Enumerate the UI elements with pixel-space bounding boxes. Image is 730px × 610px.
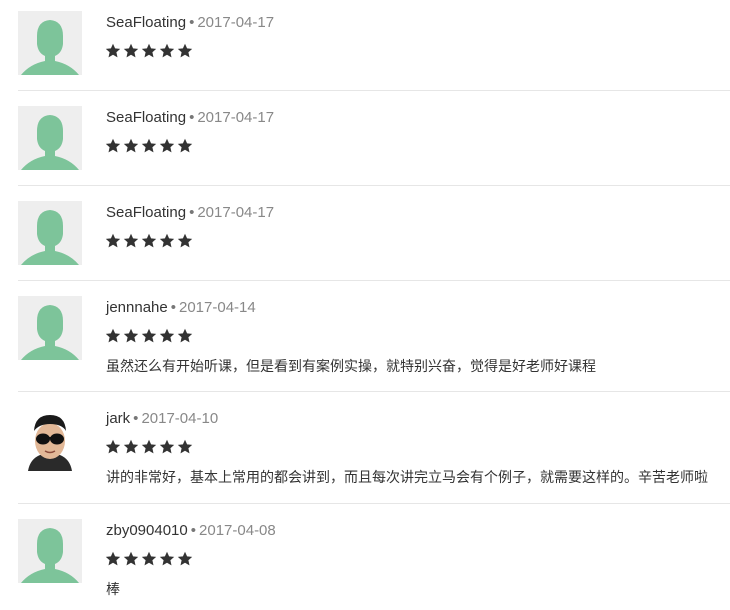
star-icon bbox=[141, 328, 157, 343]
review-date: 2017-04-08 bbox=[199, 522, 276, 539]
star-icon bbox=[159, 233, 175, 248]
star-icon bbox=[123, 43, 139, 58]
star-icon bbox=[177, 439, 193, 454]
star-icon bbox=[141, 233, 157, 248]
default-person-icon bbox=[21, 20, 79, 75]
user-name[interactable]: SeaFloating bbox=[106, 14, 186, 31]
star-icon bbox=[141, 551, 157, 566]
star-icon bbox=[105, 328, 121, 343]
review-item: SeaFloating • 2017-04-17 bbox=[18, 201, 730, 281]
star-icon bbox=[177, 43, 193, 58]
review-meta: SeaFloating • 2017-04-17 bbox=[106, 13, 274, 33]
star-icon bbox=[141, 138, 157, 153]
star-icon bbox=[159, 551, 175, 566]
review-item: jennnahe • 2017-04-14 虽然还么有开始听课，但是看到有案例实操，… bbox=[18, 296, 730, 386]
star-icon bbox=[123, 328, 139, 343]
star-icon bbox=[141, 43, 157, 58]
review-date: 2017-04-14 bbox=[179, 299, 256, 316]
review-meta: zby0904010 • 2017-04-08 bbox=[106, 521, 276, 541]
default-person-icon bbox=[21, 210, 79, 265]
star-icon bbox=[159, 43, 175, 58]
user-photo-sunglasses bbox=[18, 407, 82, 471]
default-person-icon bbox=[21, 305, 79, 360]
user-name[interactable]: SeaFloating bbox=[106, 204, 186, 221]
divider bbox=[18, 391, 730, 392]
user-name[interactable]: SeaFloating bbox=[106, 109, 186, 126]
review-meta: jark • 2017-04-10 bbox=[106, 409, 218, 429]
review-date: 2017-04-10 bbox=[141, 410, 219, 427]
star-rating bbox=[105, 328, 193, 344]
review-date: 2017-04-17 bbox=[197, 204, 275, 221]
review-meta: jennnahe • 2017-04-14 bbox=[106, 298, 256, 318]
review-date: 2017-04-17 bbox=[197, 109, 275, 126]
star-rating bbox=[105, 551, 193, 567]
user-name[interactable]: jennnahe bbox=[106, 299, 168, 316]
review-item: jark • 2017-04-10 讲的非常好，基本上常用的都会讲到，而且每次讲完立… bbox=[18, 407, 730, 497]
star-rating bbox=[105, 138, 193, 154]
avatar[interactable] bbox=[18, 11, 82, 75]
star-icon bbox=[123, 551, 139, 566]
star-icon bbox=[177, 328, 193, 343]
review-list: SeaFloating • 2017-04-17 SeaFloating • 2017-… bbox=[0, 0, 730, 610]
default-person-icon bbox=[21, 115, 79, 170]
star-icon bbox=[105, 551, 121, 566]
avatar[interactable] bbox=[18, 201, 82, 265]
review-meta: SeaFloating • 2017-04-17 bbox=[106, 203, 274, 223]
star-icon bbox=[105, 233, 121, 248]
default-person-icon bbox=[21, 528, 79, 583]
separator-dot: • bbox=[190, 522, 197, 539]
review-comment: 虽然还么有开始听课，但是看到有案例实操，就特别兴奋，觉得是好老师好课程 bbox=[106, 358, 596, 374]
user-name[interactable]: jark bbox=[106, 410, 130, 427]
review-item: SeaFloating • 2017-04-17 bbox=[18, 106, 730, 186]
review-date: 2017-04-17 bbox=[197, 14, 275, 31]
avatar[interactable] bbox=[18, 407, 82, 471]
star-rating bbox=[105, 439, 193, 455]
review-comment: 棒 bbox=[106, 581, 120, 597]
star-icon bbox=[123, 439, 139, 454]
star-icon bbox=[123, 233, 139, 248]
avatar[interactable] bbox=[18, 296, 82, 360]
review-item: zby0904010 • 2017-04-08 棒 bbox=[18, 519, 730, 609]
avatar[interactable] bbox=[18, 519, 82, 583]
separator-dot: • bbox=[170, 299, 176, 316]
star-icon bbox=[105, 43, 121, 58]
star-icon bbox=[105, 138, 121, 153]
review-item: SeaFloating • 2017-04-17 bbox=[18, 11, 730, 91]
star-icon bbox=[105, 439, 121, 454]
star-icon bbox=[123, 138, 139, 153]
star-rating bbox=[105, 43, 193, 59]
separator-dot: • bbox=[189, 204, 195, 221]
separator-dot: • bbox=[189, 14, 195, 31]
review-meta: SeaFloating • 2017-04-17 bbox=[106, 108, 274, 128]
star-icon bbox=[159, 328, 175, 343]
avatar[interactable] bbox=[18, 106, 82, 170]
divider bbox=[18, 503, 730, 504]
separator-dot: • bbox=[133, 410, 139, 427]
star-icon bbox=[141, 439, 157, 454]
review-comment: 讲的非常好，基本上常用的都会讲到，而且每次讲完立马会有个例子，就需要这样的。辛苦… bbox=[106, 469, 708, 485]
star-icon bbox=[177, 551, 193, 566]
star-icon bbox=[177, 233, 193, 248]
divider bbox=[18, 280, 730, 281]
star-icon bbox=[159, 439, 175, 454]
user-name[interactable]: zby0904010 bbox=[106, 522, 188, 539]
divider bbox=[18, 90, 730, 91]
separator-dot: • bbox=[189, 109, 195, 126]
star-icon bbox=[177, 138, 193, 153]
divider bbox=[18, 185, 730, 186]
star-icon bbox=[159, 138, 175, 153]
star-rating bbox=[105, 233, 193, 249]
